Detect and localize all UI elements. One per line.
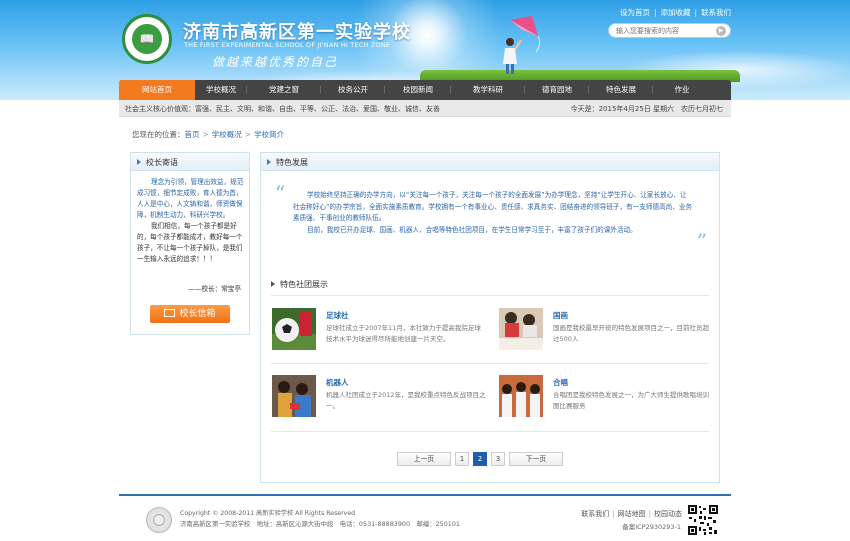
football-photo[interactable] <box>272 308 316 350</box>
close-quote-icon: ” <box>696 229 707 253</box>
feature-panel: 特色发展 “ 学校始终坚持正确的办学方向，以“关注每一个孩子，关注每一个孩子的全… <box>260 152 720 483</box>
school-logo[interactable]: 📖 <box>122 14 172 64</box>
contact-link[interactable]: 联系我们 <box>701 8 731 17</box>
next-page-button[interactable]: 下一页 <box>509 452 563 466</box>
feature-intro: 学校始终坚持正确的办学方向，以“关注每一个孩子，关注每一个孩子的全面发展”为办学… <box>293 191 693 234</box>
footer-links: 联系我们 | 网站地图 | 校园动态 <box>581 510 682 518</box>
divider <box>271 431 709 432</box>
club-item-robot[interactable]: 机器人 机器人社团成立于2012年，是我校重点特色反战项目之一。 <box>272 375 492 435</box>
panel-header: 校长寄语 <box>131 153 249 171</box>
icp-text: 备案ICP2930293-1 <box>622 523 681 531</box>
club-desc: 国画是我校最早开班的特色发展项目之一，目前社员超过500人 <box>553 324 709 343</box>
add-favorite-link[interactable]: 添加收藏 <box>661 8 691 17</box>
principal-signature: ——校长：常宝亭 <box>188 285 241 293</box>
painting-photo[interactable] <box>499 308 543 350</box>
choir-photo[interactable] <box>499 375 543 417</box>
club-desc: 合唱团是我校特色发展之一，为广大师生提供歌唱培训图比赛服务 <box>553 391 709 410</box>
school-name-english: THE FIRST EXPERIMENTAL SCHOOL OF JI'NAN … <box>184 41 391 49</box>
nav-item-homework[interactable]: 作业 <box>653 80 711 100</box>
search-input[interactable] <box>616 25 712 37</box>
club-desc: 足球社成立于2007年11月，本社致力于提高我院足球技术水平为球迷得尽所能地创建… <box>326 324 481 343</box>
footer-contact-link[interactable]: 联系我们 <box>581 510 609 518</box>
club-name[interactable]: 机器人 <box>326 377 349 388</box>
pagination: 上一页 1 2 3 下一页 <box>397 452 567 466</box>
top-links: 设为首页 | 添加收藏 | 联系我们 <box>620 8 732 17</box>
nav-item-party[interactable]: 党建之窗 <box>247 80 321 100</box>
date-text: 今天是：2015年4月25日 星期六 农历七月初七 <box>570 105 723 113</box>
set-homepage-link[interactable]: 设为首页 <box>620 8 650 17</box>
divider <box>271 363 709 364</box>
open-quote-icon: “ <box>275 181 286 205</box>
club-name[interactable]: 合唱 <box>553 377 568 388</box>
nav-item-home[interactable]: 网站首页 <box>119 80 195 100</box>
nav-item-feature[interactable]: 特色发展 <box>589 80 653 100</box>
club-name[interactable]: 足球社 <box>326 310 349 321</box>
nav-item-overview[interactable]: 学校概况 <box>195 80 247 100</box>
principal-message-panel: 校长寄语 理念为引领，管理出效益，规范成习惯，细节定成败，育人德为首，人人是中心… <box>130 152 250 335</box>
arrow-marker-icon <box>137 159 141 165</box>
breadcrumb-current[interactable]: 学校简介 <box>254 130 284 139</box>
page-button-2[interactable]: 2 <box>473 452 487 466</box>
main-nav: 网站首页 学校概况 党建之窗 校务公开 校园新闻 教学科研 德育园地 特色发展 … <box>119 80 731 100</box>
breadcrumb-overview[interactable]: 学校概况 <box>212 130 242 139</box>
club-item-choir[interactable]: 合唱 合唱团是我校特色发展之一，为广大师生提供歌唱培训图比赛服务 <box>499 375 719 435</box>
divider <box>271 295 709 296</box>
principal-message: 理念为引领，管理出效益，规范成习惯，细节定成败，育人德为首，人人是中心，人文铸和… <box>137 178 244 263</box>
footer-logo <box>146 507 172 533</box>
club-item-painting[interactable]: 国画 国画是我校最早开班的特色发展项目之一，目前社员超过500人 <box>499 308 719 368</box>
clubs-heading: 特色社团展示 <box>271 279 328 290</box>
search-icon[interactable]: ▶ <box>716 26 726 36</box>
prev-page-button[interactable]: 上一页 <box>397 452 451 466</box>
footer-news-link[interactable]: 校园动态 <box>654 510 682 518</box>
footer-sitemap-link[interactable]: 网站地图 <box>618 510 646 518</box>
qr-code-icon <box>687 504 719 536</box>
robot-photo[interactable] <box>272 375 316 417</box>
arrow-marker-icon <box>267 159 271 165</box>
slogan: 做越来越优秀的自己 <box>212 55 339 69</box>
girl-illustration <box>503 38 522 74</box>
values-bar: 社会主义核心价值观：富强、民主、文明、和谐、自由、平等、公正、法治、爱国、敬业、… <box>119 100 731 117</box>
club-name[interactable]: 国画 <box>553 310 568 321</box>
nav-item-moral[interactable]: 德育园地 <box>525 80 589 100</box>
book-icon: 📖 <box>132 24 162 54</box>
footer: Copyright © 2008-2011 高新实验学校 All Rights … <box>119 496 731 541</box>
page-button-3[interactable]: 3 <box>491 452 505 466</box>
nav-item-news[interactable]: 校园新闻 <box>385 80 451 100</box>
breadcrumb-home[interactable]: 首页 <box>185 130 200 139</box>
search-box: ▶ <box>608 23 731 38</box>
club-item-football[interactable]: 足球社 足球社成立于2007年11月，本社致力于提高我院足球技术水平为球迷得尽所… <box>272 308 492 368</box>
envelope-icon <box>164 309 176 317</box>
panel-title: 校长寄语 <box>146 158 178 167</box>
address-text: 济南高新区第一实验学校 地址：高新区沁源大街中段 电话：0531-8888390… <box>180 520 460 528</box>
page-button-1[interactable]: 1 <box>455 452 469 466</box>
nav-item-research[interactable]: 教学科研 <box>451 80 525 100</box>
panel-header: 特色发展 <box>261 153 719 171</box>
breadcrumb: 您现在的位置：首页 > 学校概况 > 学校简介 <box>132 130 285 139</box>
arrow-marker-icon <box>271 281 275 287</box>
core-values-text: 社会主义核心价值观：富强、民主、文明、和谐、自由、平等、公正、法治、爱国、敬业、… <box>125 105 440 113</box>
panel-title: 特色发展 <box>276 158 308 167</box>
nav-item-affairs[interactable]: 校务公开 <box>321 80 385 100</box>
principal-mailbox-button[interactable]: 校长信箱 <box>150 305 230 323</box>
club-desc: 机器人社团成立于2012年，是我校重点特色反战项目之一。 <box>326 391 486 410</box>
copyright-text: Copyright © 2008-2011 高新实验学校 All Rights … <box>180 510 356 517</box>
